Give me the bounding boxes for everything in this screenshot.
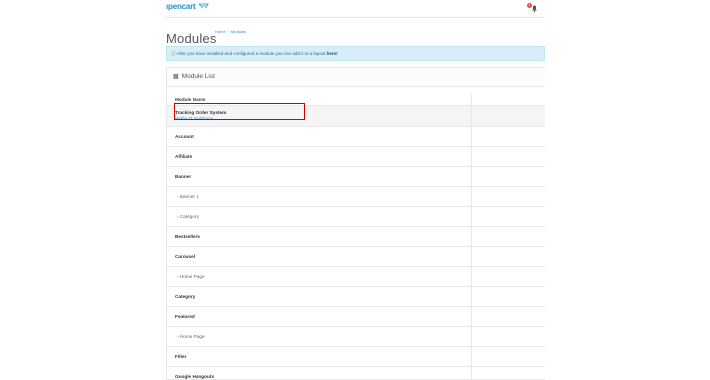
row-action-cell bbox=[471, 286, 545, 307]
module-instance-name: Home Page bbox=[179, 274, 205, 279]
top-bar: ıpencart 1 bbox=[165, 0, 545, 18]
action-header bbox=[471, 93, 545, 106]
row-action-cell bbox=[471, 306, 545, 327]
breadcrumb-modules[interactable]: Modules bbox=[231, 29, 246, 34]
breadcrumb: Home › Modules bbox=[215, 29, 246, 34]
info-alert: ⓘ After you have installed and configure… bbox=[166, 46, 545, 61]
panel-title: Module List bbox=[181, 73, 215, 80]
row-action-cell bbox=[471, 186, 545, 207]
row-action-cell bbox=[471, 126, 545, 147]
row-action-cell bbox=[471, 146, 545, 167]
module-instance-name: Banner 1 bbox=[179, 194, 199, 199]
table-row: Banner bbox=[167, 166, 545, 187]
module-name: Featured bbox=[167, 306, 472, 327]
row-action-cell bbox=[471, 346, 545, 367]
info-alert-text: After you have installed and configured … bbox=[176, 51, 327, 56]
row-action-cell bbox=[471, 246, 545, 267]
module-name: Affiliate bbox=[167, 146, 472, 167]
row-action-cell bbox=[471, 266, 545, 287]
notifications-button[interactable]: 1 bbox=[527, 3, 541, 14]
table-row: Account bbox=[167, 126, 545, 147]
table-row: Affiliate bbox=[167, 146, 545, 167]
module-name: Google Hangouts bbox=[167, 366, 472, 380]
row-action-cell bbox=[471, 366, 545, 380]
table-row: › Home Page bbox=[167, 326, 545, 347]
breadcrumb-home[interactable]: Home bbox=[215, 29, 226, 34]
bell-icon bbox=[532, 5, 537, 13]
puzzle-piece-icon: ▩ bbox=[173, 74, 179, 80]
module-name: Banner bbox=[167, 166, 472, 187]
highlight-annotation-box bbox=[174, 103, 305, 120]
table-row: › Home Page bbox=[167, 266, 545, 287]
module-name: Filter bbox=[167, 346, 472, 367]
logo-text: ıpencart bbox=[166, 2, 196, 11]
table-row: › Category bbox=[167, 206, 545, 227]
table-row: Bestsellers bbox=[167, 226, 545, 247]
panel-heading: ▩ Module List bbox=[167, 68, 545, 87]
module-name: Account bbox=[167, 126, 472, 147]
table-row: Filter bbox=[167, 346, 545, 367]
module-list-panel: ▩ Module List Module Name Tracking Order … bbox=[166, 67, 545, 380]
cart-icon bbox=[198, 3, 209, 8]
row-action-cell bbox=[471, 326, 545, 347]
module-name: Category bbox=[167, 286, 472, 307]
opencart-logo[interactable]: ıpencart bbox=[166, 2, 210, 11]
row-action-cell bbox=[471, 226, 545, 247]
table-row: Featured bbox=[167, 306, 545, 327]
info-circle-icon: ⓘ bbox=[171, 51, 176, 56]
breadcrumb-separator: › bbox=[227, 29, 230, 34]
row-action-cell bbox=[471, 105, 545, 127]
row-action-cell bbox=[471, 206, 545, 227]
module-name: Bestsellers bbox=[167, 226, 472, 247]
module-instance-name: Category bbox=[179, 214, 199, 219]
module-instance-name: Home Page bbox=[179, 334, 205, 339]
page-title: Modules bbox=[166, 30, 217, 46]
table-row: Google Hangouts bbox=[167, 366, 545, 380]
opencart-admin: ıpencart 1 Modules Home › Modules ⓘ After … bbox=[165, 0, 545, 380]
row-action-cell bbox=[471, 166, 545, 187]
layout-link[interactable]: here! bbox=[327, 51, 338, 56]
table-row: Carousel bbox=[167, 246, 545, 267]
module-table: Module Name Tracking Order System Weba I… bbox=[167, 93, 545, 380]
module-name: Carousel bbox=[167, 246, 472, 267]
table-row: Category bbox=[167, 286, 545, 307]
table-row: › Banner 1 bbox=[167, 186, 545, 207]
